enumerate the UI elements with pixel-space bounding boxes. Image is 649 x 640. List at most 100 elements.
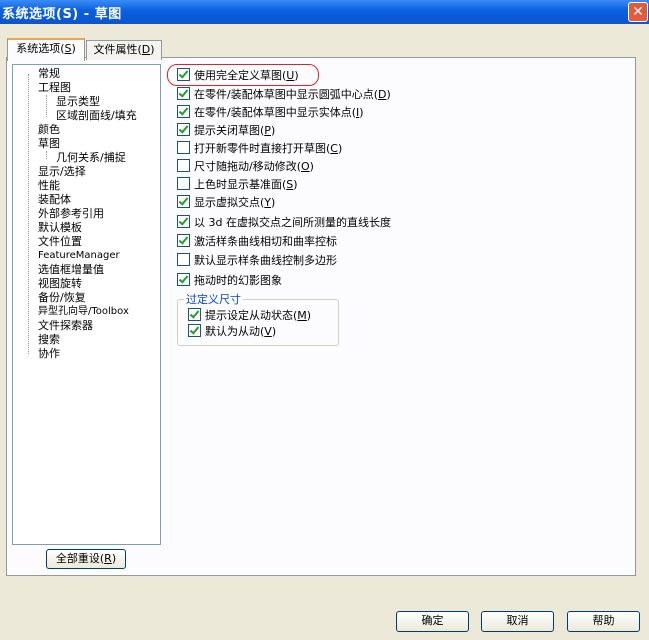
option-override-dims-on-drag[interactable]: 尺寸随拖动/移动修改(O)	[177, 159, 314, 173]
tab-label-suffix: )	[150, 43, 155, 56]
option-label-suffix: )	[271, 325, 277, 338]
checkbox-checked[interactable]	[177, 215, 190, 228]
tab-document-properties[interactable]: 文件属性(D)	[86, 40, 162, 60]
option-label: 以 3d 在虚拟交点之间所测量的直线长度	[194, 216, 391, 229]
ok-button[interactable]: 确定	[396, 611, 469, 632]
tree-item-sketch[interactable]: 草图	[38, 138, 60, 150]
checkbox-checked[interactable]	[177, 123, 190, 136]
tab-label: 文件属性(	[93, 43, 142, 56]
tree-item-external-references[interactable]: 外部参考引用	[38, 208, 104, 220]
option-display-plane-when-shaded[interactable]: 上色时显示基准面(S)	[177, 177, 298, 191]
tree-connector	[46, 95, 47, 117]
reset-label-suffix: )	[111, 552, 117, 565]
checkbox-unchecked[interactable]	[177, 253, 190, 266]
tree-item-collaboration[interactable]: 协作	[38, 348, 60, 360]
option-label-suffix: )	[293, 178, 298, 191]
reset-all-button[interactable]: 全部重设(R)	[46, 549, 126, 569]
option-display-arc-centerpoints[interactable]: 在零件/装配体草图中显示圆弧中心点(D)	[177, 87, 391, 101]
tree-item-view-rotation[interactable]: 视图旋转	[38, 278, 82, 290]
tree-item-hole-wizard-toolbox[interactable]: 异型孔向导/Toolbox	[38, 306, 129, 318]
option-label: 提示设定从动状态(	[205, 309, 298, 322]
tree-item-spin-box-increments[interactable]: 选值框增量值	[38, 264, 104, 276]
option-label: 默认显示样条曲线控制多边形	[194, 254, 337, 267]
tree-item-general[interactable]: 常规	[38, 68, 60, 80]
checkbox-checked[interactable]	[177, 105, 190, 118]
option-display-entity-points[interactable]: 在零件/装配体草图中显示实体点(I)	[177, 105, 364, 119]
option-enable-spline-tangency-curvature-handles[interactable]: 激活样条曲线相切和曲率控标	[177, 234, 337, 248]
reset-hotkey: R	[104, 552, 112, 565]
window-title: 系统选项(S) - 草图	[2, 7, 122, 22]
option-hotkey: M	[297, 309, 307, 322]
tab-label: 系统选项(	[16, 42, 65, 55]
option-label-suffix: )	[359, 106, 364, 119]
tree-item-backup-recover[interactable]: 备份/恢复	[38, 292, 86, 304]
group-title: 过定义尺寸	[184, 291, 243, 307]
tab-system-options[interactable]: 系统选项(S)	[7, 38, 85, 61]
checkbox-checked[interactable]	[177, 195, 190, 208]
tree-item-drawings[interactable]: 工程图	[38, 82, 71, 94]
option-label: 在零件/装配体草图中显示实体点(	[194, 106, 356, 119]
tree-item-display-type[interactable]: 显示类型	[56, 96, 100, 108]
option-label: 打开新零件时直接打开草图(	[194, 142, 331, 155]
option-label-suffix: )	[294, 69, 299, 82]
option-prompt-set-driven-state[interactable]: 提示设定从动状态(M)	[188, 308, 311, 322]
checkbox-checked[interactable]	[177, 273, 190, 286]
tab-label-suffix: )	[71, 42, 76, 55]
option-label: 在零件/装配体草图中显示圆弧中心点(	[194, 88, 378, 101]
option-hotkey: C	[330, 142, 338, 155]
reset-label: 全部重设(	[55, 552, 105, 565]
checkbox-checked[interactable]	[188, 308, 201, 321]
option-show-spline-control-polygon[interactable]: 默认显示样条曲线控制多边形	[177, 253, 337, 267]
tree-item-display-selection[interactable]: 显示/选择	[38, 166, 86, 178]
cancel-button[interactable]: 取消	[481, 611, 554, 632]
tree-item-file-explorer[interactable]: 文件探索器	[38, 320, 93, 332]
option-label: 拖动时的幻影图象	[194, 274, 282, 287]
option-hotkey: V	[264, 325, 272, 338]
checkbox-unchecked[interactable]	[177, 141, 190, 154]
title-bar: 系统选项(S) - 草图 ✕	[0, 0, 649, 24]
checkbox-checked[interactable]	[188, 324, 201, 337]
option-label-suffix: )	[271, 196, 276, 209]
option-set-driven-by-default[interactable]: 默认为从动(V)	[188, 324, 276, 338]
tree-item-search[interactable]: 搜索	[38, 334, 60, 346]
tree-connector	[46, 151, 47, 159]
option-label: 提示关闭草图(	[194, 124, 265, 137]
tree-item-performance[interactable]: 性能	[38, 180, 60, 192]
option-label-suffix: )	[306, 309, 312, 322]
tree-item-relations-snaps[interactable]: 几何关系/捕捉	[56, 152, 126, 164]
option-label: 使用完全定义草图(	[194, 69, 287, 82]
option-hotkey: O	[301, 160, 310, 173]
tree-item-assemblies[interactable]: 装配体	[38, 194, 71, 206]
option-label-suffix: )	[270, 124, 276, 137]
checkbox-checked[interactable]	[177, 87, 190, 100]
option-label: 默认为从动(	[205, 325, 265, 338]
option-prompt-to-close-sketch[interactable]: 提示关闭草图(P)	[177, 123, 275, 137]
option-ghost-image-on-drag[interactable]: 拖动时的幻影图象	[177, 273, 282, 287]
checkbox-unchecked[interactable]	[177, 159, 190, 172]
option-label: 尺寸随拖动/移动修改(	[194, 160, 301, 173]
tree-item-area-hatch[interactable]: 区域剖面线/填充	[56, 110, 137, 122]
option-hotkey: P	[264, 124, 271, 137]
checkbox-unchecked[interactable]	[177, 177, 190, 190]
options-tree[interactable]	[12, 64, 161, 545]
option-label: 激活样条曲线相切和曲率控标	[194, 235, 337, 248]
option-use-fully-defined-sketches[interactable]: 使用完全定义草图(U)	[177, 68, 299, 82]
option-label-suffix: )	[337, 142, 343, 155]
checkbox-checked[interactable]	[177, 234, 190, 247]
option-label: 显示虚拟交点(	[194, 196, 265, 209]
option-line-length-between-virtual-sharps-3d[interactable]: 以 3d 在虚拟交点之间所测量的直线长度	[177, 215, 391, 229]
tree-item-default-templates[interactable]: 默认模板	[38, 222, 82, 234]
tree-connector	[28, 74, 29, 354]
tree-item-colors[interactable]: 颜色	[38, 124, 60, 136]
tab-hotkey: D	[141, 43, 151, 56]
close-icon[interactable]: ✕	[628, 2, 648, 22]
help-button[interactable]: 帮助	[567, 611, 640, 632]
option-display-virtual-sharps[interactable]: 显示虚拟交点(Y)	[177, 195, 275, 209]
tree-item-featuremanager[interactable]: FeatureManager	[38, 250, 120, 262]
option-label: 上色时显示基准面(	[194, 178, 287, 191]
checkbox-checked[interactable]	[177, 68, 190, 81]
option-label-suffix: )	[309, 160, 314, 173]
tree-item-file-locations[interactable]: 文件位置	[38, 236, 82, 248]
option-create-sketch-on-new-part[interactable]: 打开新零件时直接打开草图(C)	[177, 141, 342, 155]
option-label-suffix: )	[386, 88, 391, 101]
